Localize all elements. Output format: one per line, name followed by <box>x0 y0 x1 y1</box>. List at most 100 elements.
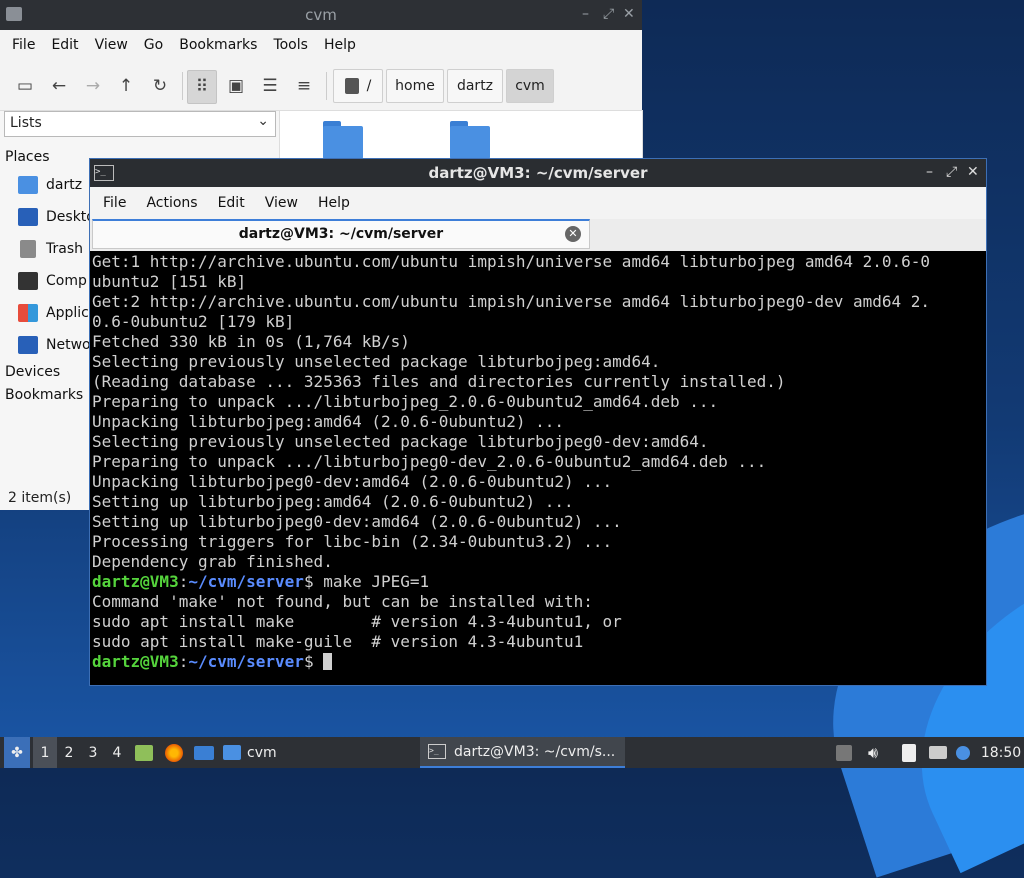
prompt-line[interactable]: dartz@VM3:~/cvm/server$ <box>92 652 984 672</box>
menu-help[interactable]: Help <box>308 195 360 211</box>
up-arrow-icon[interactable]: ↑ <box>112 72 140 100</box>
file-manager-titlebar[interactable]: cvm – ⤢ ✕ <box>0 0 642 30</box>
compact-view-icon[interactable]: ☰ <box>256 72 284 100</box>
devices-header[interactable]: Devices <box>5 364 60 380</box>
side-pane-mode-select[interactable]: Lists ⌄ <box>4 111 276 137</box>
menu-edit[interactable]: Edit <box>43 37 86 53</box>
menu-help[interactable]: Help <box>316 37 364 53</box>
menu-actions[interactable]: Actions <box>136 195 207 211</box>
sidebar-item-desktop[interactable]: Deskto <box>18 208 95 226</box>
new-tab-icon[interactable]: ▭ <box>11 72 39 100</box>
chevron-down-icon: ⌄ <box>257 113 269 129</box>
back-arrow-icon[interactable]: ← <box>45 72 73 100</box>
menu-bookmarks[interactable]: Bookmarks <box>171 37 265 53</box>
thumbnail-view-icon[interactable]: ▣ <box>222 72 250 100</box>
breadcrumb-home[interactable]: home <box>386 69 444 103</box>
trash-icon <box>20 240 36 258</box>
desktop-icon <box>18 208 38 226</box>
output-line: Processing triggers for libc-bin (2.34-0… <box>92 532 613 551</box>
sidebar-item-trash[interactable]: Trash <box>18 240 83 258</box>
terminal-menu-bar: File Actions Edit View Help <box>90 187 986 219</box>
firefox-icon[interactable] <box>163 737 185 768</box>
breadcrumb-root[interactable]: / <box>333 69 383 103</box>
show-desktop-icon[interactable] <box>193 737 215 768</box>
clipboard-icon[interactable] <box>899 737 919 768</box>
minimize-icon[interactable]: – <box>582 6 589 22</box>
folder-icon[interactable] <box>323 121 363 159</box>
detailed-view-icon[interactable]: ≡ <box>290 72 318 100</box>
taskbar-task-terminal[interactable]: >_ dartz@VM3: ~/cvm/s... <box>420 737 625 768</box>
output-line: Fetched 330 kB in 0s (1,764 kB/s) <box>92 332 410 351</box>
command-text: make JPEG=1 <box>323 572 430 591</box>
text-cursor <box>323 653 333 670</box>
notification-icon[interactable] <box>953 737 973 768</box>
icon-view-icon[interactable]: ⠿ <box>187 70 217 104</box>
workspace-4[interactable]: 4 <box>105 737 129 768</box>
terminal-icon: >_ <box>428 744 446 759</box>
forward-arrow-icon[interactable]: → <box>79 72 107 100</box>
menu-view[interactable]: View <box>87 37 136 53</box>
close-icon[interactable]: ✕ <box>623 6 635 22</box>
volume-icon[interactable]: 🔊︎ <box>862 737 884 768</box>
output-line: sudo apt install make # version 4.3-4ubu… <box>92 612 622 631</box>
output-line: Unpacking libturbojpeg:amd64 (2.0.6-0ubu… <box>92 412 565 431</box>
applications-icon <box>18 304 38 322</box>
workspace-2[interactable]: 2 <box>57 737 81 768</box>
network-icon[interactable] <box>927 737 949 768</box>
menu-tools[interactable]: Tools <box>265 37 316 53</box>
sidebar-item-label: Comp <box>46 273 87 289</box>
terminal-tab-label: dartz@VM3: ~/cvm/server <box>238 226 444 242</box>
home-folder-icon <box>18 176 38 194</box>
terminal-output[interactable]: Get:1 http://archive.ubuntu.com/ubuntu i… <box>92 252 984 684</box>
file-manager-launcher-icon[interactable] <box>133 737 155 768</box>
start-menu-button[interactable]: ✤ <box>4 737 30 768</box>
terminal-titlebar[interactable]: >_ dartz@VM3: ~/cvm/server – ⤢ ✕ <box>90 159 986 187</box>
folder-icon[interactable] <box>450 121 490 159</box>
update-notifier-icon[interactable] <box>834 737 854 768</box>
workspace-3[interactable]: 3 <box>81 737 105 768</box>
prompt-line: dartz@VM3:~/cvm/server$ make JPEG=1 <box>92 572 430 591</box>
output-line: Setting up libturbojpeg0-dev:amd64 (2.0.… <box>92 512 622 531</box>
sidebar-item-computer[interactable]: Comp <box>18 272 87 290</box>
output-line: ubuntu2 [151 kB] <box>92 272 247 291</box>
places-header: Places <box>5 149 50 165</box>
breadcrumb-dartz[interactable]: dartz <box>447 69 503 103</box>
maximize-icon[interactable]: ⤢ <box>946 164 957 180</box>
sidebar-item-label: dartz <box>46 177 83 193</box>
breadcrumb-cvm[interactable]: cvm <box>506 69 554 103</box>
menu-file[interactable]: File <box>93 195 136 211</box>
output-line: Setting up libturbojpeg:amd64 (2.0.6-0ub… <box>92 492 574 511</box>
sidebar-item-dartz[interactable]: dartz <box>18 176 82 194</box>
maximize-icon[interactable]: ⤢ <box>603 6 614 22</box>
sidebar-item-network[interactable]: Netwo <box>18 336 91 354</box>
output-line: Unpacking libturbojpeg0-dev:amd64 (2.0.6… <box>92 472 613 491</box>
menu-edit[interactable]: Edit <box>208 195 255 211</box>
status-bar-text: 2 item(s) <box>8 490 72 506</box>
terminal-tab-bar: dartz@VM3: ~/cvm/server ✕ <box>90 219 986 251</box>
task-label: dartz@VM3: ~/cvm/s... <box>454 743 616 760</box>
reload-icon[interactable]: ↻ <box>146 72 174 100</box>
output-line: Preparing to unpack .../libturbojpeg_2.0… <box>92 392 719 411</box>
minimize-icon[interactable]: – <box>926 164 933 180</box>
taskbar: ✤ 1 2 3 4 cvm >_ dartz@VM3: ~/cvm/s... 🔊… <box>0 737 1024 768</box>
close-icon[interactable]: ✕ <box>967 164 979 180</box>
bookmarks-header[interactable]: Bookmarks <box>5 387 83 403</box>
folder-view[interactable] <box>279 110 643 159</box>
prompt-user: dartz@VM3 <box>92 652 179 671</box>
clock[interactable]: 18:50 <box>980 737 1022 768</box>
sidebar-item-label: Deskto <box>46 209 95 225</box>
terminal-tab[interactable]: dartz@VM3: ~/cvm/server ✕ <box>92 219 590 249</box>
menu-view[interactable]: View <box>255 195 308 211</box>
prompt-user: dartz@VM3 <box>92 572 179 591</box>
menu-go[interactable]: Go <box>136 37 171 53</box>
workspace-1[interactable]: 1 <box>33 737 57 768</box>
close-tab-icon[interactable]: ✕ <box>565 226 581 242</box>
menu-file[interactable]: File <box>4 37 43 53</box>
folder-icon <box>223 745 241 760</box>
lubuntu-logo-icon: ✤ <box>11 744 23 761</box>
breadcrumb-root-label: / <box>366 78 372 94</box>
sidebar-item-applications[interactable]: Applic <box>18 304 89 322</box>
side-pane-mode-value: Lists <box>10 115 42 131</box>
output-line: Selecting previously unselected package … <box>92 352 661 371</box>
taskbar-task-cvm[interactable]: cvm <box>223 737 293 768</box>
